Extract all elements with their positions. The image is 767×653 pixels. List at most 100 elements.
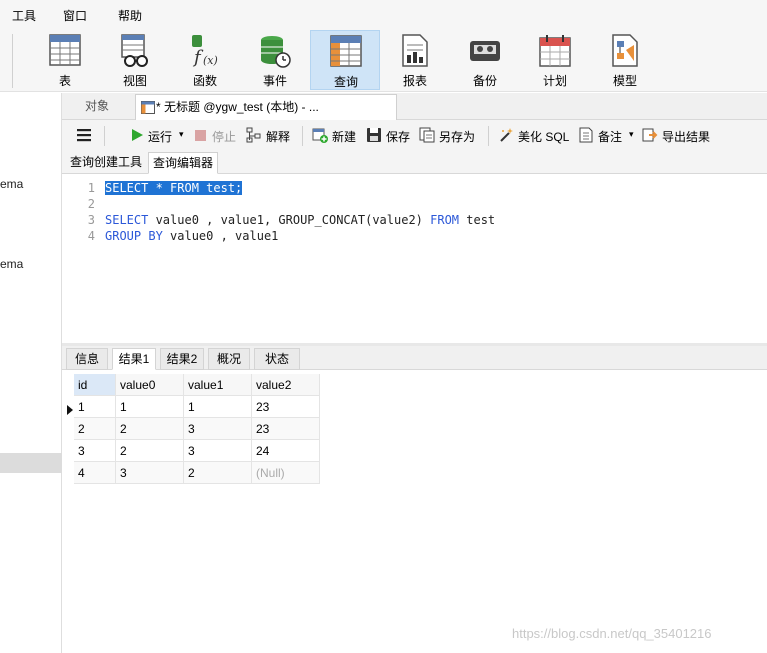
- hamburger-menu-button[interactable]: [76, 128, 92, 144]
- menu-window[interactable]: 窗口: [63, 7, 87, 24]
- toolbar-separator: [488, 126, 489, 146]
- table-icon: [49, 34, 81, 66]
- navigator-selected-row[interactable]: [0, 453, 62, 473]
- code-line[interactable]: SELECT value0 , value1, GROUP_CONCAT(val…: [105, 213, 495, 227]
- svg-text:(x): (x): [203, 54, 218, 67]
- ribbon-label: 事件: [262, 74, 287, 88]
- comment-icon: [579, 127, 593, 143]
- query-toolbar: 运行 ▾ 停止 解释 新建 保存 另存为 美化 SQL 备注 ▾ 导出结果: [62, 120, 767, 152]
- query-tab-title: * 无标题 @ygw_test (本地) - ...: [156, 100, 319, 114]
- comment-dropdown-arrow[interactable]: ▾: [629, 129, 634, 140]
- table-cell[interactable]: 24: [252, 440, 320, 462]
- document-tab-strip: 对象 * 无标题 @ygw_test (本地) - ...: [62, 93, 767, 121]
- magic-wand-icon: [500, 128, 513, 142]
- result-tabs: 信息 结果1 结果2 概况 状态: [62, 346, 767, 370]
- column-header[interactable]: value1: [184, 374, 252, 396]
- tab-status[interactable]: 状态: [254, 348, 300, 370]
- column-header[interactable]: value2: [252, 374, 320, 396]
- ribbon-label: 模型: [612, 74, 637, 88]
- tab-result2[interactable]: 结果2: [160, 348, 204, 370]
- column-header[interactable]: id: [74, 374, 116, 396]
- tab-objects[interactable]: 对象: [62, 93, 132, 120]
- watermark: https://blog.csdn.net/qq_35401216: [512, 626, 712, 641]
- editor-mode-tabs: 查询创建工具 查询编辑器: [62, 152, 767, 174]
- table-cell[interactable]: 1: [184, 396, 252, 418]
- ribbon-event-button[interactable]: 事件: [240, 30, 310, 90]
- export-icon: [642, 128, 658, 142]
- table-cell[interactable]: 1: [74, 396, 116, 418]
- table-cell[interactable]: 4: [74, 462, 116, 484]
- save-label: 保存: [386, 130, 411, 144]
- ribbon-query-button[interactable]: 查询: [310, 30, 380, 90]
- model-icon: [612, 34, 638, 67]
- code-line-selected[interactable]: SELECT * FROM test;: [105, 181, 243, 195]
- ribbon-separator: [12, 34, 13, 88]
- tab-overview[interactable]: 概况: [208, 348, 250, 370]
- save-button[interactable]: 保存: [366, 128, 412, 144]
- table-cell[interactable]: (Null): [252, 462, 320, 484]
- stop-button[interactable]: 停止: [194, 128, 240, 144]
- ribbon-report-button[interactable]: 报表: [380, 30, 450, 90]
- table-cell[interactable]: 2: [74, 418, 116, 440]
- navigator-item[interactable]: ema: [0, 177, 23, 191]
- explain-icon: [246, 127, 261, 143]
- table-cell[interactable]: 3: [74, 440, 116, 462]
- ribbon-label: 备份: [472, 74, 497, 88]
- play-icon: [132, 129, 143, 141]
- menu-help[interactable]: 帮助: [118, 7, 142, 24]
- explain-button[interactable]: 解释: [246, 127, 292, 144]
- table-cell[interactable]: 2: [116, 418, 184, 440]
- query-icon: [330, 35, 362, 67]
- ribbon-table-button[interactable]: 表: [30, 30, 100, 90]
- run-dropdown-arrow[interactable]: ▾: [179, 129, 184, 140]
- tab-query-untitled[interactable]: * 无标题 @ygw_test (本地) - ...: [135, 94, 397, 121]
- current-row-indicator-icon: [67, 405, 73, 415]
- table-cell[interactable]: 23: [252, 418, 320, 440]
- tab-result1[interactable]: 结果1: [112, 348, 156, 370]
- table-cell[interactable]: 2: [184, 462, 252, 484]
- tab-query-builder[interactable]: 查询创建工具: [66, 152, 146, 174]
- table-cell[interactable]: 3: [116, 462, 184, 484]
- menu-icon: [77, 129, 91, 142]
- new-query-button[interactable]: 新建: [312, 128, 358, 144]
- ribbon-label: 表: [58, 74, 71, 88]
- line-number: 1: [87, 181, 95, 195]
- sql-editor[interactable]: 1 2 3 4 SELECT * FROM test; SELECT value…: [62, 175, 767, 343]
- save-as-button[interactable]: 另存为: [419, 127, 479, 144]
- beautify-sql-button[interactable]: 美化 SQL: [498, 128, 570, 144]
- comment-button[interactable]: 备注 ▾: [578, 127, 636, 144]
- table-cell[interactable]: 2: [116, 440, 184, 462]
- navigator-item[interactable]: ema: [0, 257, 23, 271]
- menu-tools[interactable]: 工具: [12, 7, 36, 24]
- result-grid[interactable]: id value0 value1 value2 1 1 1 23 2 2 3 23 3 2 3 24 4 3 2 (N…: [62, 370, 767, 653]
- event-icon: [261, 36, 291, 68]
- navigator-panel: ema ema: [0, 93, 62, 653]
- table-cell[interactable]: 3: [184, 418, 252, 440]
- code-line[interactable]: GROUP BY value0 , value1: [105, 229, 278, 243]
- save-as-icon: [419, 127, 435, 143]
- stop-label: 停止: [212, 130, 237, 144]
- ribbon-label: 查询: [333, 75, 358, 89]
- table-cell[interactable]: 1: [116, 396, 184, 418]
- toolbar-separator: [104, 126, 105, 146]
- backup-icon: [470, 41, 500, 61]
- run-button[interactable]: 运行 ▾: [130, 128, 190, 144]
- ribbon-function-button[interactable]: f (x) 函数: [170, 30, 240, 90]
- tab-info[interactable]: 信息: [66, 348, 108, 370]
- ribbon-schedule-button[interactable]: 计划: [520, 30, 590, 90]
- column-header[interactable]: value0: [116, 374, 184, 396]
- ribbon-view-button[interactable]: 视图: [100, 30, 170, 90]
- ribbon-model-button[interactable]: 模型: [590, 30, 660, 90]
- line-number: 3: [87, 213, 95, 227]
- table-cell[interactable]: 3: [184, 440, 252, 462]
- export-results-button[interactable]: 导出结果: [642, 128, 714, 144]
- toolbar-separator: [302, 126, 303, 146]
- ribbon-backup-button[interactable]: 备份: [450, 30, 520, 90]
- export-results-label: 导出结果: [662, 130, 711, 144]
- table-cell[interactable]: 23: [252, 396, 320, 418]
- line-number: 4: [87, 229, 95, 243]
- save-icon: [367, 128, 381, 142]
- save-as-label: 另存为: [439, 130, 476, 144]
- tab-query-editor[interactable]: 查询编辑器: [148, 152, 219, 174]
- new-label: 新建: [332, 130, 357, 144]
